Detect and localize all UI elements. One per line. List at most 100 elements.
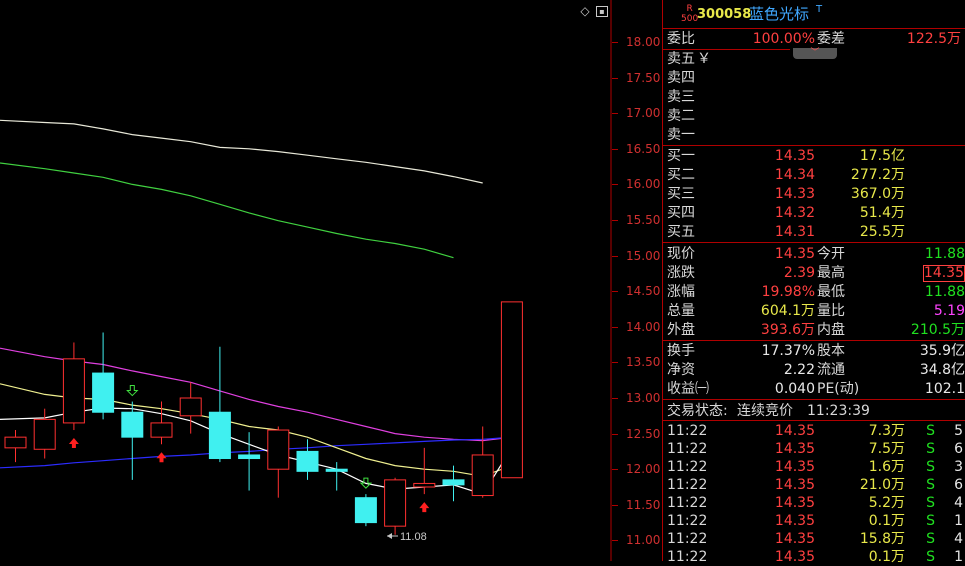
- sell-row[interactable]: 卖四: [663, 69, 965, 87]
- high-label: 最高: [817, 265, 845, 281]
- price-tick-mark: [612, 78, 618, 79]
- tick-count: 6: [954, 477, 963, 493]
- buy-signal-arrow-icon: [419, 502, 430, 513]
- buy-label: 买四: [667, 205, 695, 221]
- buy-row[interactable]: 买四 14.32 51.4万: [663, 204, 965, 222]
- tick-row[interactable]: 11:22 14.35 7.5万 S 6: [663, 440, 965, 458]
- tick-side: S: [926, 477, 935, 493]
- pct-label: 涨幅: [667, 284, 695, 300]
- buy-price: 14.33: [774, 186, 815, 202]
- candle[interactable]: [208, 346, 231, 463]
- candle-body: [92, 372, 115, 413]
- price-tick-mark: [612, 220, 618, 221]
- stock-name[interactable]: 蓝色光标: [749, 5, 809, 23]
- divider: [663, 242, 965, 243]
- candle[interactable]: [500, 301, 523, 479]
- buy-row[interactable]: 买三 14.33 367.0万: [663, 185, 965, 203]
- float-label: 流通: [817, 362, 845, 378]
- candle[interactable]: [238, 432, 261, 491]
- candle[interactable]: [471, 426, 494, 498]
- sell-label: 卖五: [667, 51, 695, 67]
- tick-volume: 0.1万: [868, 513, 905, 529]
- turnover-value: 17.37%: [761, 343, 815, 359]
- candle-body: [354, 497, 377, 524]
- candle-body: [471, 454, 494, 497]
- price-axis: 18.00 17.50 17.00 16.50 16.00 15.50 15.00 14.50…: [612, 0, 662, 561]
- quote-row-change: 涨跌 2.39 最高 14.35: [663, 264, 965, 282]
- price-tick-mark: [612, 540, 618, 541]
- tick-side: S: [926, 423, 935, 439]
- volume-ratio-label: 量比: [817, 303, 845, 319]
- quote-row-volume: 总量 604.1万 量比 5.19: [663, 302, 965, 320]
- tick-time: 11:22: [667, 477, 708, 493]
- open-label: 今开: [817, 246, 845, 262]
- candle[interactable]: [296, 439, 319, 480]
- price-tick-label: 17.00: [626, 106, 661, 121]
- candle-body: [442, 479, 465, 486]
- candle[interactable]: [179, 382, 202, 434]
- candle[interactable]: [121, 401, 144, 480]
- tick-time: 11:22: [667, 549, 708, 565]
- diamond-icon[interactable]: ◇: [578, 4, 592, 18]
- sell-row[interactable]: 卖一: [663, 126, 965, 144]
- tick-row[interactable]: 11:22 14.35 0.1万 S 1: [663, 548, 965, 566]
- buy-volume: 367.0万: [850, 186, 905, 202]
- tick-price: 14.35: [774, 441, 815, 457]
- tick-price: 14.35: [774, 549, 815, 565]
- candle[interactable]: [325, 462, 348, 491]
- tick-time: 11:22: [667, 459, 708, 475]
- tick-time: 11:22: [667, 531, 708, 547]
- commission-row: 委比 100.00% 委差 122.5万: [663, 30, 965, 48]
- candle-body: [500, 301, 523, 479]
- sell-label: 卖一: [667, 127, 695, 143]
- tick-row[interactable]: 11:22 14.35 1.6万 S 3: [663, 458, 965, 476]
- eps-value: 0.040: [774, 381, 815, 397]
- change-label: 涨跌: [667, 265, 695, 281]
- candle[interactable]: [413, 447, 436, 495]
- tick-row[interactable]: 11:22 14.35 15.8万 S 4: [663, 530, 965, 548]
- outer-label: 外盘: [667, 322, 695, 338]
- pct-value: 19.98%: [761, 284, 815, 300]
- tick-row[interactable]: 11:22 14.35 7.3万 S 5: [663, 422, 965, 440]
- kline-chart[interactable]: 11.08 ◇ ▪: [0, 0, 612, 561]
- tick-side: S: [926, 513, 935, 529]
- buy-row[interactable]: 买五 14.31 25.5万: [663, 223, 965, 241]
- quote-row-pct: 涨幅 19.98% 最低 11.88: [663, 283, 965, 301]
- tick-volume: 7.5万: [868, 441, 905, 457]
- candle[interactable]: [384, 477, 407, 535]
- tick-price: 14.35: [774, 423, 815, 439]
- tick-row[interactable]: 11:22 14.35 0.1万 S 1: [663, 512, 965, 530]
- sell-row[interactable]: 卖五 ￥: [663, 50, 965, 68]
- buy-row[interactable]: 买一 14.35 17.5亿: [663, 147, 965, 165]
- buy-volume: 51.4万: [859, 205, 905, 221]
- equity-value: 35.9亿: [919, 343, 965, 359]
- candle-body: [150, 422, 173, 438]
- tick-row[interactable]: 11:22 14.35 21.0万 S 6: [663, 476, 965, 494]
- candle[interactable]: [62, 342, 85, 431]
- stock-flag: T: [816, 4, 823, 15]
- tick-count: 1: [954, 549, 963, 565]
- divider: [663, 340, 965, 341]
- sell-row[interactable]: 卖二: [663, 107, 965, 125]
- sell-label: 卖二: [667, 108, 695, 124]
- candle-body: [208, 411, 231, 460]
- price-tick-label: 13.00: [626, 391, 661, 405]
- low-price-marker: 11.08: [400, 531, 427, 543]
- sell-row[interactable]: 卖三: [663, 88, 965, 106]
- eps-label: 收益㈠: [667, 381, 709, 397]
- commission-ratio-value: 100.00%: [752, 31, 815, 47]
- market-badge: R 500: [681, 4, 698, 24]
- price-tick-mark: [612, 42, 618, 43]
- change-value: 2.39: [783, 265, 815, 281]
- candle[interactable]: [92, 332, 115, 420]
- tick-row[interactable]: 11:22 14.35 5.2万 S 4: [663, 494, 965, 512]
- buy-row[interactable]: 买二 14.34 277.2万: [663, 166, 965, 184]
- sell-signal-arrow-icon: [126, 385, 139, 397]
- candle[interactable]: [4, 430, 27, 463]
- window-toggle-icon[interactable]: ▪: [596, 6, 608, 17]
- candle[interactable]: [354, 494, 377, 527]
- low-value: 11.88: [924, 284, 965, 300]
- turnover-label: 换手: [667, 343, 695, 359]
- candle[interactable]: [267, 426, 290, 498]
- tick-volume: 5.2万: [868, 495, 905, 511]
